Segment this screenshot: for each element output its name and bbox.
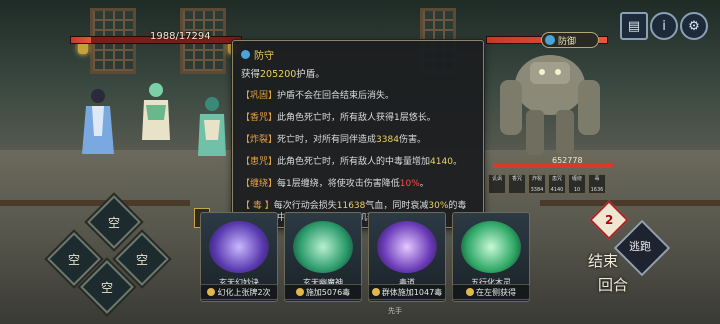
buff-icon[interactable]: 毒 1636 xyxy=(588,174,606,194)
buff-icon[interactable]: 讥讽 xyxy=(488,174,506,194)
buff-name: 炸裂 xyxy=(531,176,542,182)
end-turn-label: 结束 xyxy=(588,252,619,270)
effect-icon xyxy=(466,288,474,296)
railing xyxy=(540,200,720,206)
buff-icon[interactable]: 炸裂 3384 xyxy=(528,174,546,194)
effect-icon xyxy=(371,288,380,296)
card-description: 幻化上张牌2次 xyxy=(200,284,278,300)
tooltip-row: 【香咒】此角色死亡时，所有敌人获得1层悠长。 xyxy=(241,113,436,123)
card-art xyxy=(293,221,353,273)
buff-value: 4140 xyxy=(550,187,564,193)
info-icon[interactable]: i xyxy=(650,12,678,40)
buff-name: 香咒 xyxy=(511,176,522,182)
hero-character[interactable] xyxy=(78,86,118,156)
buff-icon[interactable]: 缠绕 10 xyxy=(568,174,586,194)
buff-name: 患咒 xyxy=(551,176,562,182)
tooltip-row: 【炸裂】死亡时，对所有同伴造成3384伤害。 xyxy=(241,135,426,145)
buff-name: 毒 xyxy=(594,176,600,182)
initiative-text: 先手 xyxy=(388,307,402,315)
card-description: 施加5076毒 xyxy=(284,284,362,300)
stone-golem-boss[interactable] xyxy=(490,40,610,160)
card-description: 群体施加1047毒 xyxy=(368,284,446,300)
book-icon[interactable]: ▤ xyxy=(620,12,648,40)
buff-name: 讥讽 xyxy=(491,176,502,182)
buff-icon[interactable]: 患咒 4140 xyxy=(548,174,566,194)
buff-value: 1636 xyxy=(590,187,604,193)
buff-icon[interactable]: 香咒 xyxy=(508,174,526,194)
boss-hp-bar xyxy=(493,163,613,168)
hero-character[interactable] xyxy=(192,94,232,164)
buff-name: 缠绕 xyxy=(571,176,582,182)
player-hp-text: 1988/17294 xyxy=(150,31,211,42)
gear-icon[interactable]: ⚙ xyxy=(680,12,708,40)
end-turn-label: 回合 xyxy=(598,276,629,294)
tooltip-title: 防守 xyxy=(254,51,274,62)
hero-character[interactable] xyxy=(136,80,176,150)
effect-icon xyxy=(207,288,216,296)
tooltip-subtitle: 获得205200护盾。 xyxy=(241,69,325,80)
tooltip-header: 防守 xyxy=(241,47,475,62)
railing xyxy=(0,200,190,206)
card-art xyxy=(461,221,521,273)
card-art xyxy=(377,221,437,273)
card-art xyxy=(209,221,269,273)
card-description: 在左侧获得 xyxy=(452,284,530,300)
tooltip-row: 【患咒】此角色死亡时，所有敌人的中毒量增加4140。 xyxy=(241,157,462,167)
buff-value: 10 xyxy=(573,187,581,193)
effect-icon xyxy=(295,288,304,296)
buff-value: 3384 xyxy=(530,187,544,193)
shield-icon xyxy=(241,50,250,59)
end-turn-button[interactable]: 结束 回合 xyxy=(584,250,648,310)
tooltip-row: 【缠绕】每1层缠绕，将使攻击伤害降低10%。 xyxy=(241,179,429,189)
boss-buff-row: 讥讽 香咒 炸裂 3384 患咒 4140 缠绕 10 毒 1636 xyxy=(488,174,606,194)
tooltip-row: 【巩固】护盾不会在回合结束后消失。 xyxy=(241,91,395,101)
status-tooltip: 防守 获得205200护盾。 【巩固】护盾不会在回合结束后消失。 【香咒】此角色… xyxy=(232,40,484,228)
